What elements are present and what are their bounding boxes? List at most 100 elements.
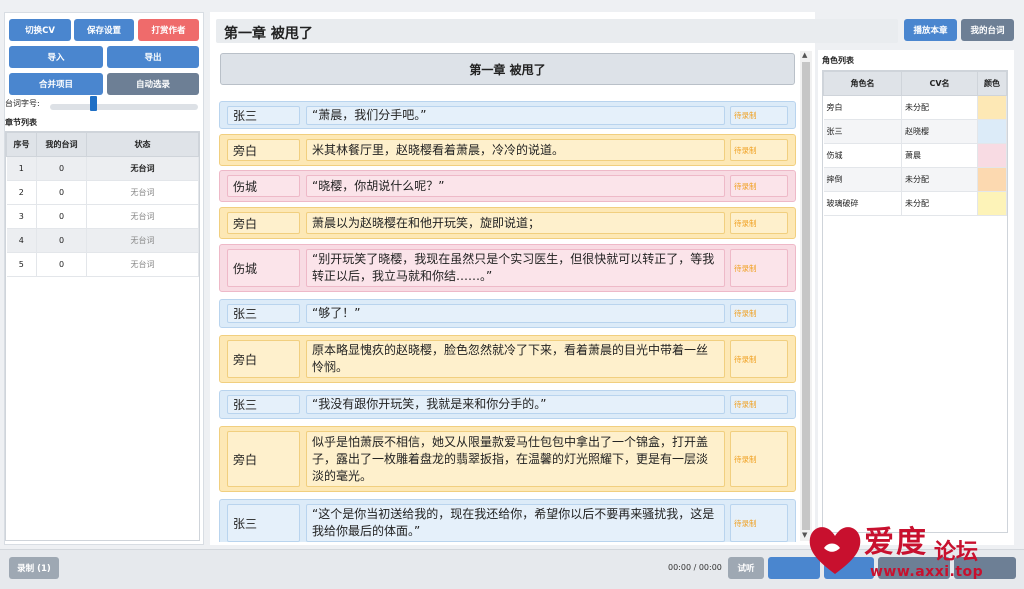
line-item[interactable]: 张三 “够了！” 待录制 [219,299,796,328]
role-color[interactable] [977,191,1007,216]
playback-time: 00:00 / 00:00 [668,563,722,572]
line-text[interactable]: “我没有跟你开玩笑，我就是来和你分手的。” [306,395,725,414]
role-name: 张三 [823,119,902,144]
line-item[interactable]: 伤城 “晓樱，你胡说什么呢？” 待录制 [219,170,796,202]
role-color-swatch [978,120,1006,143]
line-status[interactable]: 待录制 [730,212,788,234]
chapter-row[interactable]: 4 0 无台词 [6,228,199,253]
chapter-banner: 第一章 被甩了 [220,53,795,85]
chapter-table: 序号 我的台词 状态 1 0 无台词 2 0 无台词 3 0 无台词 4 0 无… [5,131,200,541]
scrollbar-thumb[interactable] [802,62,810,530]
line-role[interactable]: 旁白 [227,340,300,378]
line-role[interactable]: 张三 [227,504,300,542]
role-name: 玻璃破碎 [823,191,902,216]
line-status[interactable]: 待录制 [730,504,788,542]
line-role[interactable]: 伤城 [227,175,300,197]
role-row[interactable]: 旁白 未分配 [823,95,1007,120]
line-role[interactable]: 张三 [227,395,300,414]
line-item[interactable]: 旁白 萧晨以为赵晓樱在和他开玩笑，旋即说道； 待录制 [219,207,796,239]
line-item[interactable]: 伤城 “别开玩笑了晓樱，我现在虽然只是个实习医生，但很快就可以转正了，等我转正以… [219,244,796,292]
role-color[interactable] [977,143,1007,168]
font-size-slider[interactable] [50,104,198,110]
line-status[interactable]: 待录制 [730,249,788,287]
line-status[interactable]: 待录制 [730,340,788,378]
chapter-row[interactable]: 3 0 无台词 [6,204,199,229]
auto-select-button[interactable]: 自动选录 [107,73,199,95]
role-cv: 未分配 [901,167,978,192]
role-row[interactable]: 玻璃破碎 未分配 [823,191,1007,216]
scroll-up-icon[interactable]: ▲ [802,51,807,59]
line-text[interactable]: 似乎是怕萧辰不相信，她又从限量款爱马仕包包中拿出了一个锦盒，打开盖子，露出了一枚… [306,431,725,487]
line-role[interactable]: 旁白 [227,139,300,161]
chapter-row[interactable]: 5 0 无台词 [6,252,199,277]
line-item[interactable]: 旁白 米其林餐厅里，赵晓樱看着萧晨，冷冷的说道。 待录制 [219,134,796,166]
merge-project-button[interactable]: 合并项目 [9,73,103,95]
line-role[interactable]: 张三 [227,304,300,323]
chapter-header-status[interactable]: 状态 [86,132,199,157]
line-text[interactable]: “这个是你当初送给我的，现在我还给你，希望你以后不要再来骚扰我，这是我给你最后的… [306,504,725,542]
chapter-row[interactable]: 1 0 无台词 [6,156,199,181]
line-item[interactable]: 张三 “萧晨，我们分手吧。” 待录制 [219,101,796,129]
chapter-header-no[interactable]: 序号 [6,132,37,157]
tip-author-button[interactable]: 打赏作者 [138,19,199,41]
line-role[interactable]: 旁白 [227,431,300,487]
chapter-header: 第一章 被甩了 [216,19,898,43]
save-settings-button[interactable]: 保存设置 [74,19,134,41]
chapter-status: 无台词 [86,180,199,205]
line-item[interactable]: 张三 “这个是你当初送给我的，现在我还给你，希望你以后不要再来骚扰我，这是我给你… [219,499,796,542]
role-list-title: 角色列表 [822,56,854,65]
role-color[interactable] [977,167,1007,192]
chapter-status: 无台词 [86,156,199,181]
chapter-status: 无台词 [86,252,199,277]
switch-cv-button[interactable]: 切换CV [9,19,71,41]
my-lines-button[interactable]: 我的台词 [961,19,1014,41]
line-role[interactable]: 伤城 [227,249,300,287]
role-row[interactable]: 伤城 萧晨 [823,143,1007,168]
font-size-slider-thumb[interactable] [90,96,98,111]
chapter-status: 无台词 [86,228,199,253]
role-row[interactable]: 张三 赵晓樱 [823,119,1007,144]
role-name: 摔倒 [823,167,902,192]
line-text[interactable]: “萧晨，我们分手吧。” [306,106,725,125]
line-role[interactable]: 旁白 [227,212,300,234]
line-text[interactable]: 萧晨以为赵晓樱在和他开玩笑，旋即说道； [306,212,725,234]
line-item[interactable]: 张三 “我没有跟你开玩笑，我就是来和你分手的。” 待录制 [219,390,796,419]
import-button[interactable]: 导入 [9,46,103,68]
role-color[interactable] [977,95,1007,120]
font-size-label: 台词字号: [5,99,40,108]
line-status[interactable]: 待录制 [730,106,788,125]
chapter-mine: 0 [36,252,87,277]
chapter-no: 3 [6,204,37,229]
chapter-mine: 0 [36,180,87,205]
play-chapter-button[interactable]: 播放本章 [904,19,957,41]
line-status[interactable]: 待录制 [730,139,788,161]
line-item[interactable]: 旁白 似乎是怕萧辰不相信，她又从限量款爱马仕包包中拿出了一个锦盒，打开盖子，露出… [219,426,796,492]
line-status[interactable]: 待录制 [730,395,788,414]
audition-button[interactable]: 试听 [728,557,764,579]
role-header-name[interactable]: 角色名 [823,71,902,96]
line-text[interactable]: 原本略显愧疚的赵晓樱，脸色忽然就冷了下来，看着萧晨的目光中带着一丝怜悯。 [306,340,725,378]
role-color-swatch [978,168,1006,191]
line-list: 张三 “萧晨，我们分手吧。” 待录制 旁白 米其林餐厅里，赵晓樱看着萧晨，冷冷的… [219,96,796,542]
chapter-row[interactable]: 2 0 无台词 [6,180,199,205]
line-status[interactable]: 待录制 [730,304,788,323]
role-color[interactable] [977,119,1007,144]
chapter-mine: 0 [36,156,87,181]
watermark-suffix: 论坛 [934,539,979,565]
role-header-color[interactable]: 颜色 [977,71,1007,96]
line-status[interactable]: 待录制 [730,431,788,487]
line-item[interactable]: 旁白 原本略显愧疚的赵晓樱，脸色忽然就冷了下来，看着萧晨的目光中带着一丝怜悯。 … [219,335,796,383]
line-text[interactable]: 米其林餐厅里，赵晓樱看着萧晨，冷冷的说道。 [306,139,725,161]
role-row[interactable]: 摔倒 未分配 [823,167,1007,192]
record-button[interactable]: 录制 (1) [9,557,59,579]
export-button[interactable]: 导出 [107,46,199,68]
line-text[interactable]: “晓樱，你胡说什么呢？” [306,175,725,197]
line-text[interactable]: “够了！” [306,304,725,323]
line-text[interactable]: “别开玩笑了晓樱，我现在虽然只是个实习医生，但很快就可以转正了，等我转正以后，我… [306,249,725,287]
role-header-cv[interactable]: CV名 [901,71,978,96]
chapter-header-mine[interactable]: 我的台词 [36,132,87,157]
role-color-swatch [978,96,1006,119]
line-role[interactable]: 张三 [227,106,300,125]
watermark-brand: 爱度 [864,525,928,560]
line-status[interactable]: 待录制 [730,175,788,197]
